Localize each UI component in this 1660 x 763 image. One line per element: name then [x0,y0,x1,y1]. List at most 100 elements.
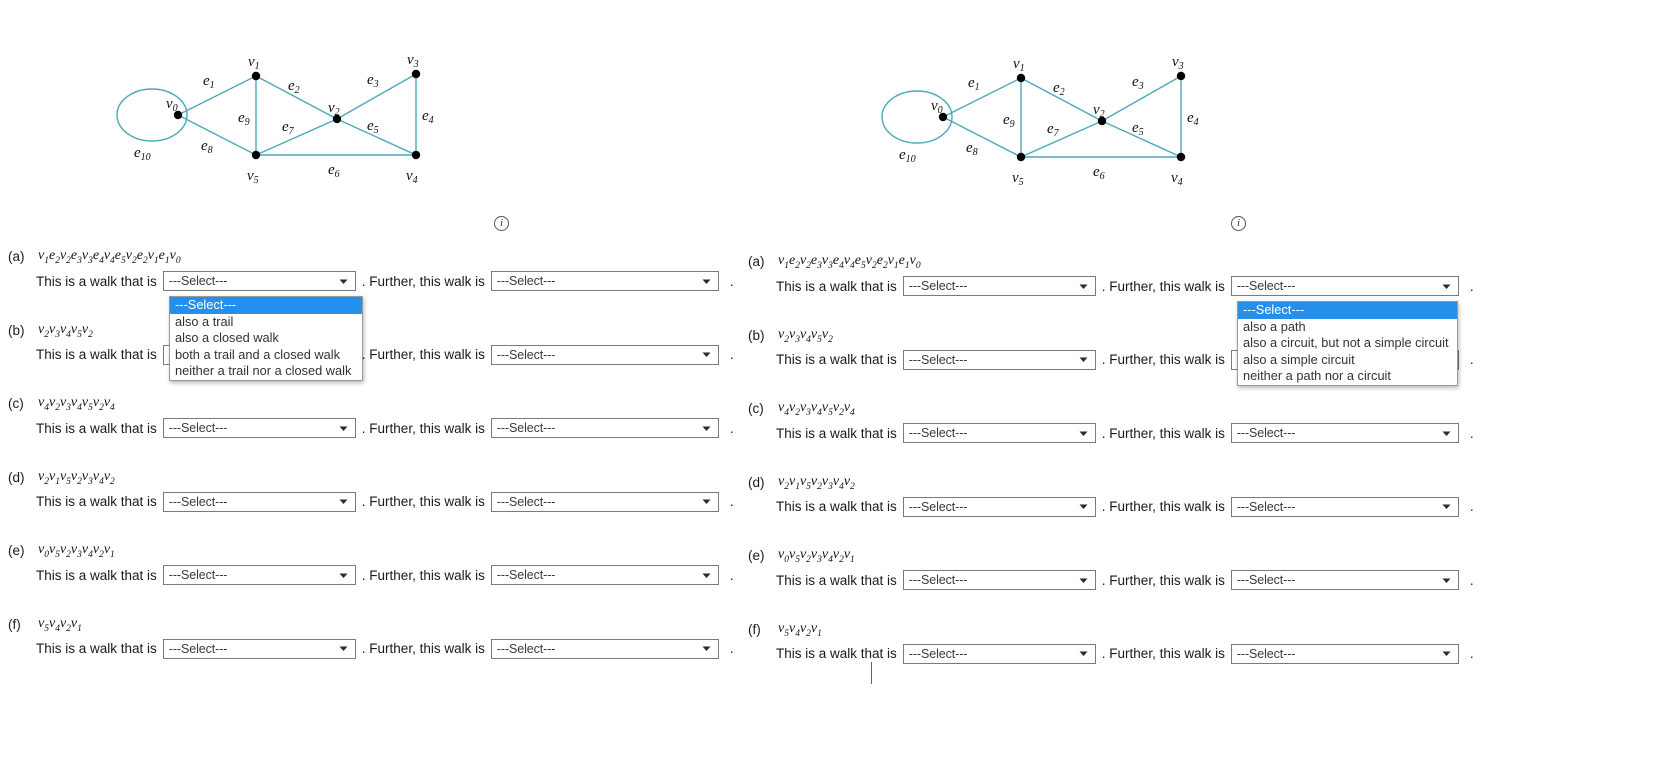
select-walk-type-b[interactable]: ---Select--- [902,349,1096,370]
dropdown-option-0[interactable]: ---Select--- [1238,302,1457,319]
chevron-down-icon [1440,424,1454,442]
select-walk-type-f[interactable]: ---Select--- [162,638,356,659]
select-path-type-e[interactable]: ---Select--- [490,565,719,585]
prompt-suffix-e: . [1469,572,1474,588]
vertex-v5 [1016,152,1026,162]
dropdown-option-3[interactable]: also a simple circuit [1238,352,1457,369]
chevron-down-icon [700,272,714,290]
question-label-d: (d) [8,469,25,485]
prompt-prefix-a: This is a walk that is [36,273,157,289]
chevron-down-icon [700,419,714,437]
answer-row-d: This is a walk that is ---Select--- . Furt… [776,496,1474,517]
dropdown-option-1[interactable]: also a path [1238,319,1457,336]
info-icon[interactable]: i [494,216,509,231]
select-path-type-d[interactable]: ---Select--- [1230,496,1459,517]
question-label-d: (d) [748,474,765,490]
walk-sequence-e: v0v5v2v3v4v2v1 [38,542,115,560]
select-value: ---Select--- [496,494,556,509]
prompt-suffix-e: . [729,567,734,583]
select-walk-type-a[interactable]: ---Select--- [162,271,356,291]
prompt-suffix-a: . [1469,278,1474,294]
select-path-type-a[interactable]: ---Select--- [1230,276,1459,296]
select-path-type-a[interactable]: ---Select--- [490,271,719,291]
vertex-label-v4: v4 [406,168,418,186]
prompt-middle-f: . Further, this walk is [361,641,485,656]
question-label-e: (e) [8,543,25,558]
select-path-type-c[interactable]: ---Select--- [490,418,719,438]
dropdown-option-2[interactable]: also a closed walk [170,330,362,347]
edge-label-e1: e1 [968,75,980,93]
question-label-c: (c) [748,401,764,416]
select-path-type-f[interactable]: ---Select--- [490,638,719,659]
vertex-v5 [251,150,261,160]
dropdown-open-right[interactable]: ---Select--- also a path also a circuit, b… [1237,301,1458,386]
vertex-label-v5: v5 [1012,170,1024,188]
answer-row-c: This is a walk that is ---Select--- . Furt… [776,423,1474,443]
walk-sequence-c: v4v2v3v4v5v2v4 [38,395,115,413]
walk-sequence-d: v2v1v5v2v3v4v2 [38,468,115,487]
question-label-a: (a) [748,254,765,269]
prompt-suffix-d: . [729,494,734,509]
prompt-prefix-b: This is a walk that is [776,352,897,367]
walk-sequence-a: v1e2v2e3v3e4v4e5v2e2v1e1v0 [38,248,181,266]
select-walk-type-c[interactable]: ---Select--- [902,423,1096,443]
prompt-prefix-f: This is a walk that is [36,641,157,656]
question-label-b: (b) [8,322,25,338]
select-walk-type-d[interactable]: ---Select--- [902,496,1096,517]
edge-label-e3: e3 [367,72,379,90]
vertex-label-v0: v0 [166,96,178,114]
question-label-b: (b) [748,327,765,343]
answer-row-e: This is a walk that is ---Select--- . Furt… [776,570,1474,590]
prompt-middle-d: . Further, this walk is [361,494,485,509]
dropdown-open-left[interactable]: ---Select--- also a trail also a closed wa… [169,296,363,381]
prompt-middle-d: . Further, this walk is [1101,499,1225,514]
select-value: ---Select--- [1236,573,1296,587]
answer-row-a: This is a walk that is ---Select--- . Furt… [776,276,1474,296]
dropdown-option-4[interactable]: neither a path nor a circuit [1238,368,1457,385]
vertex-label-v0: v0 [931,98,943,116]
select-walk-type-f[interactable]: ---Select--- [902,643,1096,664]
prompt-suffix-b: . [1469,352,1474,367]
edge-e2 [255,75,338,120]
chevron-down-icon [337,566,351,584]
dropdown-option-4[interactable]: neither a trail nor a closed walk [170,363,362,380]
dropdown-option-2[interactable]: also a circuit, but not a simple circuit [1238,335,1457,352]
select-value: ---Select--- [1236,279,1296,293]
answer-row-f: This is a walk that is ---Select--- . Furt… [36,638,734,659]
chevron-down-icon [337,493,351,511]
prompt-middle-a: . Further, this walk is [1101,278,1225,294]
prompt-prefix-e: This is a walk that is [36,567,157,583]
vertex-label-v4: v4 [1171,170,1183,188]
select-path-type-f[interactable]: ---Select--- [1230,643,1459,664]
dropdown-option-1[interactable]: also a trail [170,314,362,331]
prompt-middle-f: . Further, this walk is [1101,646,1225,661]
info-icon[interactable]: i [1231,216,1246,231]
select-walk-type-a[interactable]: ---Select--- [902,276,1096,296]
chevron-down-icon [1440,571,1454,589]
graph-svg: v0 v1 v2 v3 v4 v5 e1 e2 e3 e4 e5 e6 e7 e… [116,52,434,186]
select-path-type-b[interactable]: ---Select--- [490,344,719,365]
select-path-type-d[interactable]: ---Select--- [490,491,719,512]
select-walk-type-e[interactable]: ---Select--- [902,570,1096,590]
dropdown-option-3[interactable]: both a trail and a closed walk [170,347,362,364]
chevron-down-icon [1440,645,1454,663]
select-walk-type-c[interactable]: ---Select--- [162,418,356,438]
left-panel: v0 v1 v2 v3 v4 v5 e1 e2 e3 e4 e5 e6 e7 e… [0,0,750,763]
select-walk-type-e[interactable]: ---Select--- [162,565,356,585]
prompt-prefix-d: This is a walk that is [36,494,157,509]
select-value: ---Select--- [496,347,556,362]
select-value: ---Select--- [496,421,556,435]
prompt-suffix-b: . [729,347,734,362]
select-path-type-c[interactable]: ---Select--- [1230,423,1459,443]
edge-label-e9: e9 [238,110,250,128]
dropdown-option-0[interactable]: ---Select--- [170,297,362,314]
chevron-down-icon [700,493,714,511]
answer-row-e: This is a walk that is ---Select--- . Furt… [36,565,734,585]
select-value: ---Select--- [168,568,228,582]
answer-row-f: This is a walk that is ---Select--- . Furt… [776,643,1474,664]
select-walk-type-d[interactable]: ---Select--- [162,491,356,512]
prompt-middle-b: . Further, this walk is [361,347,485,362]
select-path-type-e[interactable]: ---Select--- [1230,570,1459,590]
prompt-suffix-f: . [1469,646,1474,661]
select-value: ---Select--- [496,641,556,656]
